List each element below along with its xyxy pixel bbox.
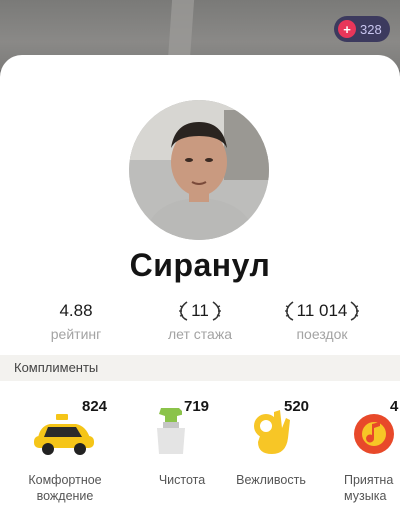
stat-experience: 11 лет стажа bbox=[140, 300, 260, 342]
compliment-label: Комфортное bbox=[28, 473, 102, 487]
compliment-count: 520 bbox=[282, 398, 312, 415]
compliment-label-line2: вождение bbox=[36, 489, 94, 503]
ok-hand-icon bbox=[254, 410, 290, 454]
compliment-count: 4 bbox=[388, 398, 400, 415]
compliments-list[interactable]: 824 Комфортное вождение 719 Чистота 520 … bbox=[0, 390, 400, 520]
plus-points-icon: + bbox=[338, 20, 356, 38]
driver-name: Сиранул bbox=[129, 247, 271, 283]
stat-trips: 11 014 поездок bbox=[262, 300, 382, 342]
trips-label: поездок bbox=[296, 326, 348, 342]
driver-profile-sheet: Сиранул 4.88 рейтинг 11 лет стажа 11 014… bbox=[0, 55, 400, 525]
experience-label: лет стажа bbox=[168, 326, 232, 342]
compliment-item-comfort[interactable]: 824 Комфортное вождение bbox=[10, 390, 120, 504]
rating-value: 4.88 bbox=[59, 301, 93, 320]
compliment-label-line2: музыка bbox=[344, 489, 387, 503]
laurel-left-icon bbox=[284, 301, 294, 321]
compliment-count: 719 bbox=[182, 398, 212, 415]
driver-stats: 4.88 рейтинг 11 лет стажа 11 014 поездок bbox=[0, 300, 400, 350]
compliments-title: Комплименты bbox=[14, 360, 99, 375]
music-note-icon bbox=[354, 414, 394, 454]
compliment-item-politeness[interactable]: 520 Вежливость bbox=[216, 390, 326, 488]
compliments-header: Комплименты bbox=[0, 355, 400, 381]
points-count: 328 bbox=[360, 21, 382, 37]
experience-value: 11 bbox=[191, 301, 209, 320]
rating-label: рейтинг bbox=[50, 326, 102, 342]
trips-value: 11 014 bbox=[296, 301, 348, 320]
laurel-left-icon bbox=[179, 301, 188, 321]
stat-rating: 4.88 рейтинг bbox=[16, 300, 136, 342]
points-badge[interactable]: + 328 bbox=[334, 16, 390, 42]
compliment-label: Вежливость bbox=[236, 473, 306, 487]
compliment-item-music[interactable]: 4 Приятна музыка bbox=[330, 390, 400, 504]
laurel-right-icon bbox=[212, 301, 221, 321]
laurel-right-icon bbox=[350, 301, 360, 321]
compliment-label: Приятна bbox=[344, 473, 394, 487]
driver-avatar bbox=[129, 100, 269, 240]
compliment-count: 824 bbox=[80, 398, 110, 415]
map-road bbox=[167, 0, 195, 60]
yellow-taxi-icon bbox=[34, 414, 94, 455]
